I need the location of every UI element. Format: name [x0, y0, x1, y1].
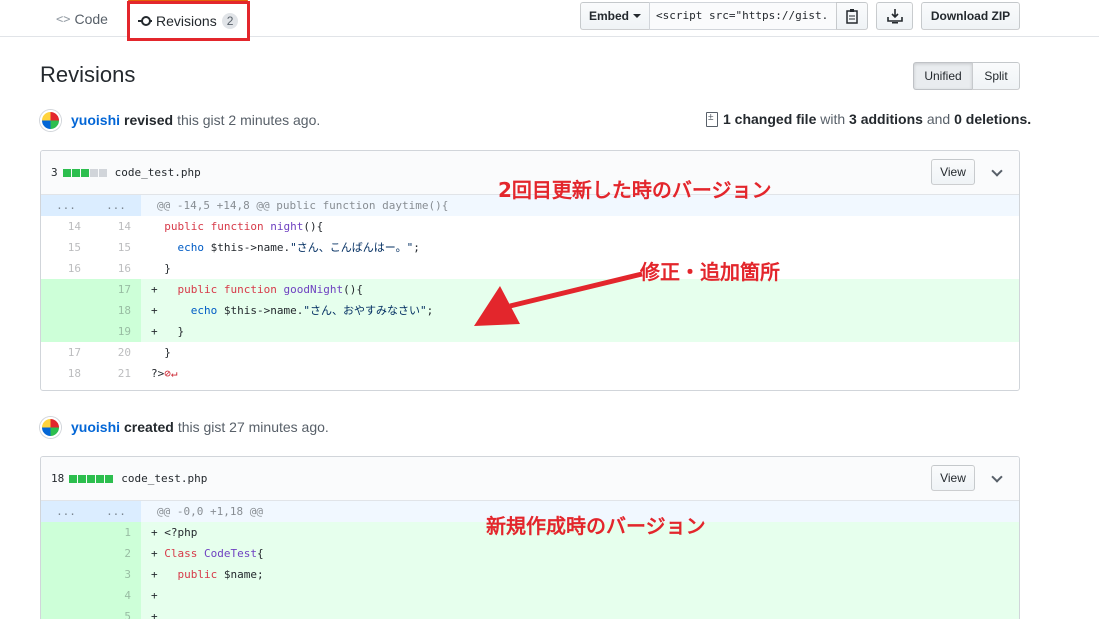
open-desktop-button[interactable] — [876, 2, 913, 30]
revisions-counter: 2 — [221, 13, 239, 29]
avatar[interactable] — [40, 109, 61, 131]
expand-up[interactable]: ... — [41, 501, 91, 522]
tab-code[interactable]: <> Code — [56, 0, 108, 37]
tab-revisions[interactable]: Revisions 2 — [128, 0, 248, 40]
summary-with: with — [820, 111, 846, 127]
avatar[interactable] — [40, 416, 61, 438]
code-icon: <> — [56, 11, 71, 26]
deletions-count: 0 deletions. — [954, 111, 1032, 127]
activity-verb: revised — [124, 112, 174, 128]
gist-tabs-bar: <> Code Revisions 2 Embed <script src="h… — [0, 0, 1099, 41]
view-file-button[interactable]: View — [931, 465, 975, 491]
tab-revisions-label: Revisions — [156, 13, 217, 29]
split-view-button[interactable]: Split — [972, 62, 1020, 90]
chevron-down-icon[interactable] — [991, 165, 1003, 177]
diff-line: 14 14 public function night(){ — [67, 220, 324, 233]
no-newline-icon: ⊘↵ — [164, 367, 178, 380]
activity-text: this gist 27 minutes ago. — [177, 419, 329, 435]
expand-down[interactable]: ... — [91, 501, 141, 522]
diff-summary: 1 changed file with 3 additions and 0 de… — [706, 111, 1031, 127]
annotation-new-version: 新規作成時のバージョン — [486, 514, 706, 538]
revision-activity: yuoishi created this gist 27 minutes ago… — [40, 416, 329, 438]
revision-activity: yuoishi revised this gist 2 minutes ago. — [40, 109, 320, 131]
desktop-download-icon — [886, 9, 903, 24]
download-zip-button[interactable]: Download ZIP — [921, 2, 1020, 30]
copy-button[interactable] — [836, 2, 868, 30]
diffstat-add-block — [62, 168, 71, 177]
annotation-arrow-icon — [474, 271, 643, 326]
activity-text: this gist 2 minutes ago. — [177, 112, 321, 128]
diffstat-add-block — [96, 474, 105, 483]
diffstat-add-block — [71, 168, 80, 177]
user-link[interactable]: yuoishi — [71, 419, 120, 435]
diffstat-add-block — [105, 474, 114, 483]
embed-button-label: Embed — [588, 9, 629, 23]
annotation-second-update: 2回目更新した時のバージョン — [498, 178, 772, 202]
annotation-fix-added: 修正・追加箇所 — [640, 260, 780, 284]
summary-and: and — [926, 111, 951, 127]
activity-verb: created — [124, 419, 174, 435]
embed-button[interactable]: Embed — [580, 2, 650, 30]
expand-up[interactable]: ... — [41, 195, 91, 216]
diff-line-added: 5 + — [41, 606, 1019, 619]
diffstat-add-block — [69, 474, 78, 483]
diff-line-added: 2 + Class CodeTest{ — [41, 543, 1019, 564]
diff-line: 18 21 ?>⊘↵ — [67, 367, 178, 380]
page-title: Revisions — [40, 62, 136, 87]
diff-line-added: 4 + — [41, 585, 1019, 606]
file-diff-icon — [706, 111, 718, 127]
diff-line: 15 15 echo $this->name."さん、こんばんはー。"; — [67, 241, 420, 254]
additions-count: 3 additions — [849, 111, 923, 127]
diffstat-blocks — [62, 168, 108, 177]
diffstat-neutral-block — [98, 168, 107, 177]
diffstat-add-block — [87, 474, 96, 483]
diffstat-blocks — [69, 474, 114, 483]
unified-view-button[interactable]: Unified — [913, 62, 973, 90]
file-header: 18 code_test.php View — [41, 457, 1019, 501]
diff-stat-count: 18 — [51, 472, 65, 485]
view-file-button[interactable]: View — [931, 159, 975, 185]
changed-files-count: 1 changed file — [723, 111, 817, 127]
diffstat-neutral-block — [89, 168, 98, 177]
caret-down-icon — [633, 14, 641, 18]
revisions-icon — [138, 16, 152, 26]
tab-code-label: Code — [74, 10, 108, 27]
diffstat-add-block — [78, 474, 87, 483]
diff-line-added: 3 + public $name; — [41, 564, 1019, 585]
diff-line: 17 20 } — [67, 346, 171, 359]
chevron-down-icon[interactable] — [991, 471, 1003, 483]
expand-down[interactable]: ... — [91, 195, 141, 216]
user-link[interactable]: yuoishi — [71, 112, 120, 128]
diffstat-add-block — [80, 168, 89, 177]
file-name[interactable]: code_test.php — [115, 166, 201, 179]
embed-code-input[interactable]: <script src="https://gist. — [649, 2, 837, 30]
clipboard-icon — [846, 9, 858, 24]
file-name[interactable]: code_test.php — [121, 472, 207, 485]
diff-stat-count: 3 — [51, 166, 58, 179]
